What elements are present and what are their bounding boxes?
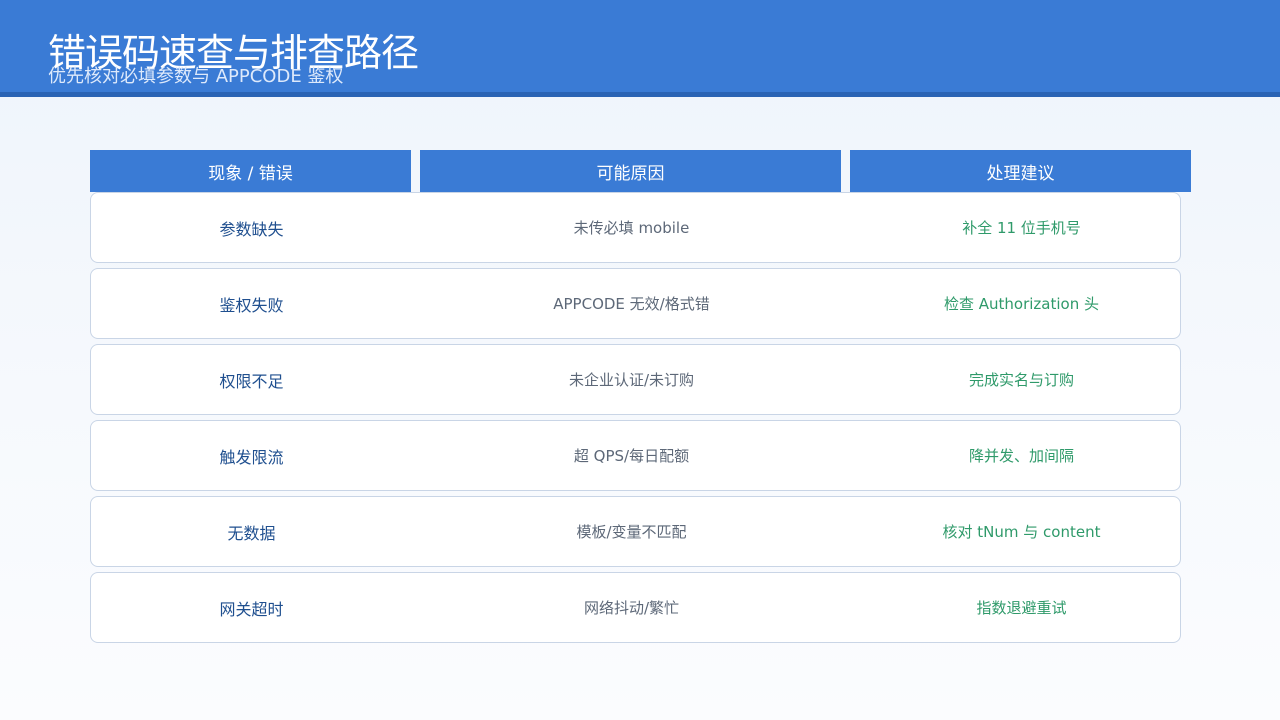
column-header-cause: 可能原因 <box>420 150 841 192</box>
advice-cell: 核对 tNum 与 content <box>942 523 1101 541</box>
symptom-cell: 鉴权失败 <box>219 295 284 315</box>
table-row: 无数据 模板/变量不匹配 核对 tNum 与 content <box>90 496 1181 567</box>
column-header-advice: 处理建议 <box>850 150 1191 192</box>
cause-cell: 未企业认证/未订购 <box>568 371 695 389</box>
cause-cell: 超 QPS/每日配额 <box>573 447 690 465</box>
symptom-cell: 参数缺失 <box>219 219 284 239</box>
advice-cell: 检查 Authorization 头 <box>943 295 1099 313</box>
table-header: 现象 / 错误 可能原因 处理建议 <box>90 150 1191 192</box>
advice-cell: 指数退避重试 <box>976 599 1067 617</box>
symptom-cell: 无数据 <box>227 523 276 543</box>
table-row: 触发限流 超 QPS/每日配额 降并发、加间隔 <box>90 420 1181 491</box>
advice-cell: 降并发、加间隔 <box>968 447 1074 465</box>
symptom-cell: 触发限流 <box>219 447 284 467</box>
symptom-cell: 权限不足 <box>219 371 284 391</box>
page-subtitle: 优先核对必填参数与 APPCODE 鉴权 <box>48 66 344 87</box>
error-code-table: 现象 / 错误 可能原因 处理建议 参数缺失 未传必填 mobile 补全 11… <box>90 150 1191 643</box>
cause-cell: 网络抖动/繁忙 <box>583 599 680 617</box>
table-row: 网关超时 网络抖动/繁忙 指数退避重试 <box>90 572 1181 643</box>
header-bar: 错误码速查与排查路径 优先核对必填参数与 APPCODE 鉴权 <box>0 0 1280 97</box>
symptom-cell: 网关超时 <box>219 599 284 619</box>
table-row: 参数缺失 未传必填 mobile 补全 11 位手机号 <box>90 192 1181 263</box>
cause-cell: 模板/变量不匹配 <box>576 523 687 541</box>
advice-cell: 完成实名与订购 <box>968 371 1074 389</box>
column-header-symptom: 现象 / 错误 <box>90 150 411 192</box>
cause-cell: 未传必填 mobile <box>573 219 690 237</box>
advice-cell: 补全 11 位手机号 <box>962 219 1081 237</box>
table-row: 鉴权失败 APPCODE 无效/格式错 检查 Authorization 头 <box>90 268 1181 339</box>
table-row: 权限不足 未企业认证/未订购 完成实名与订购 <box>90 344 1181 415</box>
cause-cell: APPCODE 无效/格式错 <box>553 295 710 313</box>
